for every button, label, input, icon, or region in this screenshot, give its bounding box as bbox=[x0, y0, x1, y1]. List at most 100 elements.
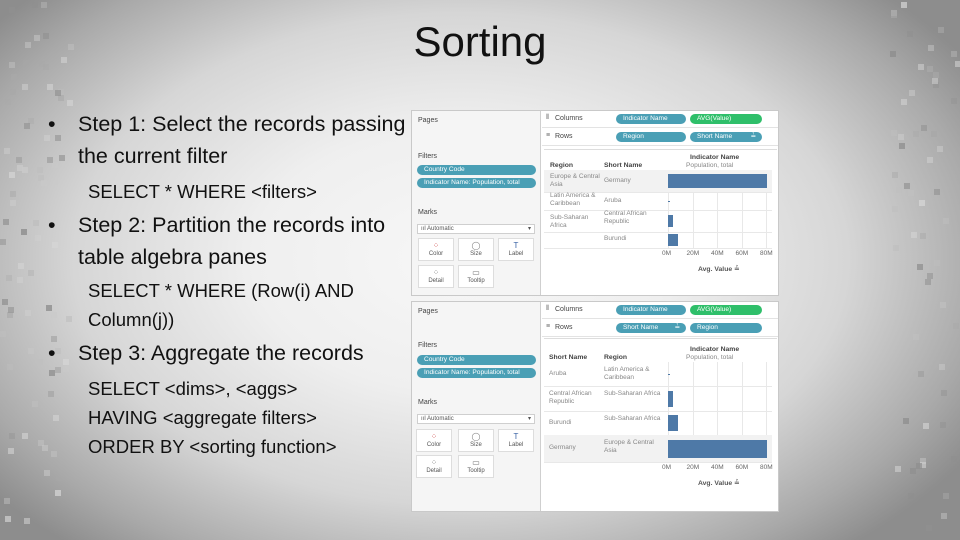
row-pill-region[interactable]: Region bbox=[616, 132, 686, 142]
decorative-pixel bbox=[9, 200, 16, 207]
columns-shelf: ⦀ Columns Indicator Name AVG(Value) bbox=[542, 302, 778, 319]
mark-type-value: Automatic bbox=[427, 416, 454, 422]
decorative-pixel bbox=[942, 493, 949, 500]
tooltip-icon: ▭ bbox=[472, 268, 480, 277]
x-axis-title-text: Avg. Value bbox=[698, 266, 733, 273]
row-divider bbox=[544, 248, 772, 249]
decorative-pixel bbox=[911, 232, 918, 239]
tooltip-button[interactable]: ▭ Tooltip bbox=[458, 455, 494, 478]
code-line: SELECT * WHERE <filters> bbox=[88, 181, 317, 202]
step-list: • Step 1: Select the records passing the… bbox=[48, 108, 408, 461]
decorative-pixel bbox=[9, 6, 16, 13]
color-button[interactable]: ⁘ Color bbox=[416, 429, 452, 452]
filter-pill-country-code[interactable]: Country Code bbox=[417, 355, 536, 365]
row-pill-region[interactable]: Region bbox=[690, 323, 762, 333]
decorative-pixel bbox=[9, 172, 16, 179]
decorative-pixel bbox=[901, 98, 908, 105]
decorative-pixel bbox=[925, 524, 932, 531]
decorative-pixel bbox=[926, 273, 933, 280]
decorative-pixel bbox=[32, 1, 39, 8]
size-button-label: Size bbox=[470, 251, 482, 257]
bar bbox=[668, 439, 768, 458]
group-label: Sub-Saharan Africa bbox=[604, 415, 661, 422]
decorative-pixel bbox=[951, 97, 958, 104]
label-button[interactable]: T Label bbox=[498, 238, 534, 261]
x-tick-label: 0M bbox=[662, 464, 672, 471]
decorative-pixel bbox=[931, 77, 938, 84]
decorative-pixel bbox=[902, 417, 909, 424]
detail-button[interactable]: ⁘ Detail bbox=[416, 455, 452, 478]
column-header-population-total: Population, total bbox=[686, 354, 734, 361]
code-line: SELECT * WHERE (Row(i) AND bbox=[88, 280, 354, 301]
rows-shelf-label: Rows bbox=[555, 324, 573, 331]
tooltip-icon: ▭ bbox=[472, 458, 480, 467]
decorative-pixel bbox=[3, 497, 10, 504]
detail-button[interactable]: ⁘ Detail bbox=[418, 265, 454, 288]
decorative-pixel bbox=[917, 263, 924, 270]
sort-icon: ≟ bbox=[674, 324, 680, 331]
decorative-pixel bbox=[912, 334, 919, 341]
category-label: Aruba bbox=[549, 370, 567, 377]
bar bbox=[668, 215, 674, 227]
column-header-indicator-name: Indicator Name bbox=[690, 346, 740, 353]
category-label: Burundi bbox=[549, 419, 572, 426]
filter-pill-indicator-name[interactable]: Indicator Name: Population, total bbox=[417, 368, 536, 378]
label-button[interactable]: T Label bbox=[498, 429, 534, 452]
decorative-pixel bbox=[910, 467, 917, 474]
color-button[interactable]: ⁘ Color bbox=[418, 238, 454, 261]
decorative-pixel bbox=[923, 423, 930, 430]
decorative-pixel bbox=[22, 166, 29, 173]
row-header-short-name: Short Name bbox=[604, 162, 643, 169]
decorative-pixel bbox=[927, 156, 934, 163]
left-panel: Pages Filters Country Code Indicator Nam… bbox=[412, 111, 541, 295]
mark-type-dropdown[interactable]: ııl Automatic ▾ bbox=[417, 414, 535, 424]
decorative-pixel bbox=[933, 260, 940, 267]
x-tick-label: 80M bbox=[760, 464, 773, 471]
viz-pane: Region Short Name Indicator Name Populat… bbox=[544, 149, 777, 295]
filter-pill-country-code[interactable]: Country Code bbox=[417, 165, 536, 175]
decorative-pixel bbox=[931, 131, 938, 138]
x-tick-label: 80M bbox=[760, 250, 773, 257]
rows-shelf: ≡ Rows Short Name ≟ Region bbox=[542, 320, 778, 337]
decorative-pixel bbox=[908, 493, 915, 500]
decorative-pixel bbox=[8, 447, 15, 454]
size-button[interactable]: ◯ Size bbox=[458, 238, 494, 261]
tooltip-button-label: Tooltip bbox=[467, 278, 485, 284]
decorative-pixel bbox=[953, 322, 960, 329]
bar bbox=[668, 390, 674, 407]
step-3: • Step 3: Aggregate the records bbox=[48, 337, 408, 369]
decorative-pixel bbox=[16, 156, 23, 163]
decorative-pixel bbox=[43, 470, 50, 477]
decorative-pixel bbox=[919, 199, 925, 206]
columns-shelf-label: Columns bbox=[555, 115, 583, 122]
decorative-pixel bbox=[41, 1, 48, 8]
tooltip-button[interactable]: ▭ Tooltip bbox=[458, 265, 494, 288]
mark-type-dropdown[interactable]: ııl Automatic ▾ bbox=[417, 224, 535, 234]
decorative-pixel bbox=[908, 90, 915, 97]
column-pill-avg-value[interactable]: AVG(Value) bbox=[690, 305, 762, 315]
slide: Sorting • Step 1: Select the records pas… bbox=[0, 0, 960, 540]
filter-pill-indicator-name[interactable]: Indicator Name: Population, total bbox=[417, 178, 536, 188]
row-pill-short-name[interactable]: Short Name ≟ bbox=[616, 323, 686, 333]
column-pill-indicator-name[interactable]: Indicator Name bbox=[616, 114, 686, 124]
decorative-pixel bbox=[921, 125, 928, 132]
row-pill-short-name-label: Short Name bbox=[623, 324, 659, 331]
column-pill-avg-value[interactable]: AVG(Value) bbox=[690, 114, 762, 124]
column-header-indicator-name: Indicator Name bbox=[690, 154, 740, 161]
decorative-pixel bbox=[895, 186, 902, 193]
row-pill-short-name[interactable]: Short Name ≟ bbox=[690, 132, 762, 142]
x-tick-label: 0M bbox=[662, 250, 672, 257]
decorative-pixel bbox=[24, 122, 31, 129]
color-dots-icon: ⁘ bbox=[432, 241, 440, 250]
column-pill-indicator-name[interactable]: Indicator Name bbox=[616, 305, 686, 315]
bullet-point: • bbox=[48, 213, 56, 237]
decorative-pixel bbox=[912, 131, 919, 138]
size-button[interactable]: ◯ Size bbox=[458, 429, 494, 452]
group-label: Latin America & Caribbean bbox=[604, 366, 650, 381]
detail-icon: ⁘ bbox=[430, 458, 438, 467]
label-button-label: Label bbox=[508, 442, 524, 448]
bar bbox=[668, 200, 670, 202]
decorative-pixel bbox=[10, 74, 17, 81]
decorative-pixel bbox=[55, 475, 62, 481]
category-label: Germany bbox=[549, 444, 576, 451]
